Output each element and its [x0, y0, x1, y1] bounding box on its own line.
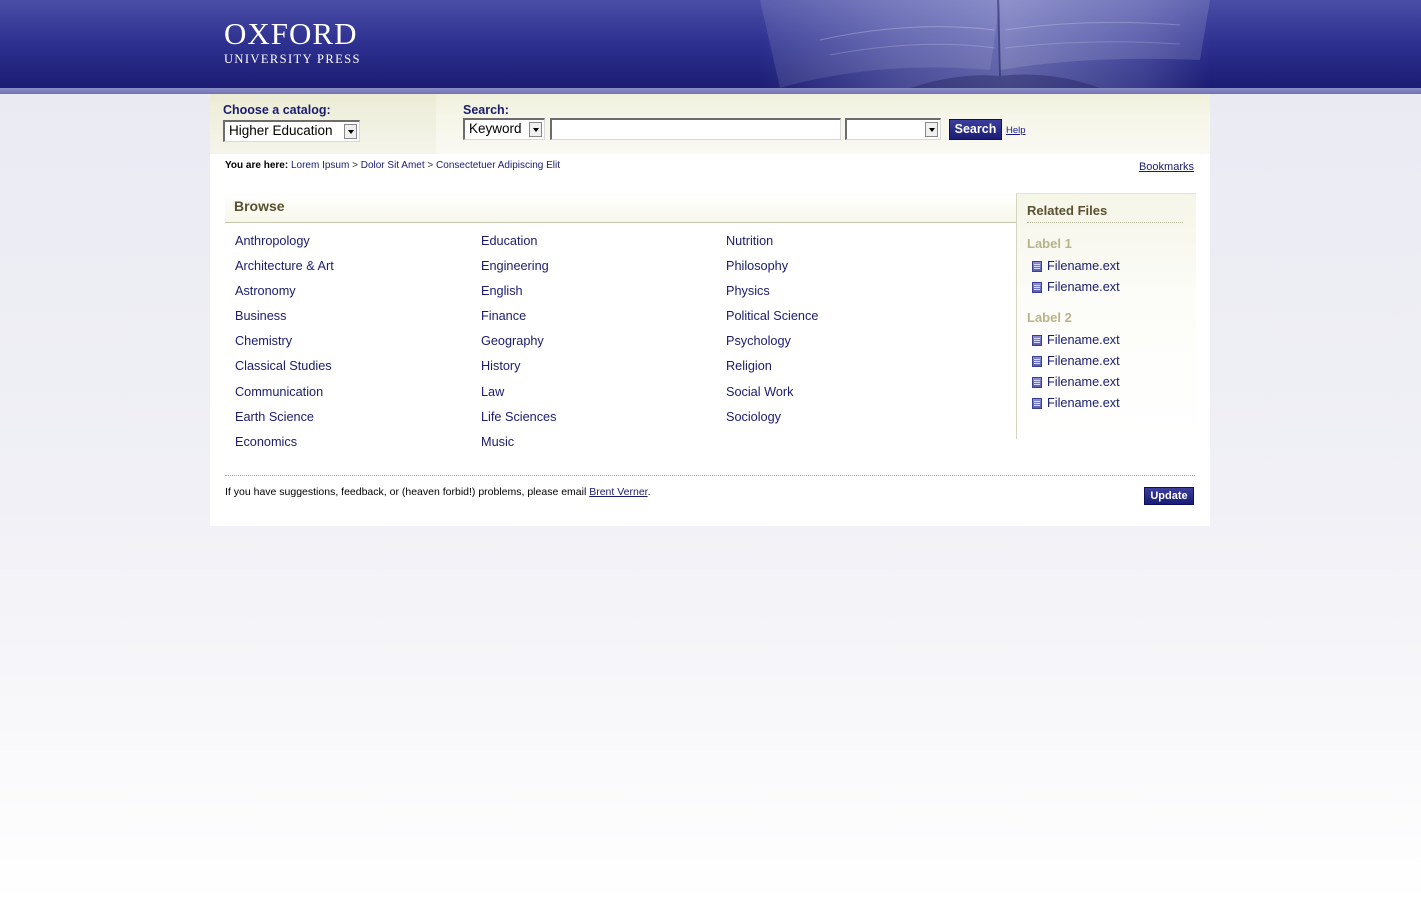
subject-link[interactable]: Life Sciences [481, 408, 556, 433]
file-link[interactable]: Filename.ext [1032, 394, 1120, 412]
subject-link[interactable]: Political Science [726, 307, 818, 332]
feedback-message: If you have suggestions, feedback, or (h… [225, 486, 587, 498]
subject-link[interactable]: Chemistry [235, 332, 334, 357]
file-link[interactable]: Filename.ext [1032, 278, 1120, 296]
document-icon [1032, 281, 1042, 293]
subject-link[interactable]: Sociology [726, 408, 818, 433]
document-icon [1032, 334, 1042, 346]
subject-link[interactable]: Architecture & Art [235, 257, 334, 282]
document-icon [1032, 260, 1042, 272]
related-files-panel: Related Files Label 1 Filename.ext Filen… [1016, 193, 1196, 439]
search-type-value: Keyword [469, 121, 522, 136]
subject-link[interactable]: Nutrition [726, 232, 818, 257]
subject-link[interactable]: History [481, 357, 556, 382]
chevron-down-icon [529, 122, 542, 137]
breadcrumb-separator: > [352, 160, 358, 171]
breadcrumb-label: You are here: [225, 160, 289, 171]
subject-link[interactable]: Earth Science [235, 408, 334, 433]
subject-link[interactable]: Psychology [726, 332, 818, 357]
subject-link[interactable]: Astronomy [235, 282, 334, 307]
search-filter-select[interactable] [845, 118, 941, 140]
feedback-period: . [647, 486, 651, 498]
search-input[interactable] [550, 118, 841, 140]
search-type-select[interactable]: Keyword [463, 118, 545, 140]
footer-divider [225, 475, 1195, 476]
subject-link[interactable]: Music [481, 433, 556, 458]
catalog-select[interactable]: Higher Education [223, 120, 360, 142]
book-banner-image [760, 0, 1210, 88]
breadcrumb-item[interactable]: Dolor Sit Amet [361, 160, 425, 171]
browse-header: Browse [225, 193, 1017, 223]
catalog-label: Choose a catalog: [223, 103, 331, 117]
file-link[interactable]: Filename.ext [1032, 257, 1120, 275]
breadcrumb-item[interactable]: Consectetuer Adipiscing Elit [436, 160, 560, 171]
catalog-panel: Choose a catalog: Higher Education [210, 94, 436, 154]
catalog-select-value: Higher Education [229, 123, 333, 138]
chevron-down-icon [925, 122, 938, 137]
search-label: Search: [463, 103, 509, 117]
subject-link[interactable]: Communication [235, 383, 334, 408]
oxford-logo[interactable]: OXFORD UNIVERSITY PRESS [224, 18, 361, 67]
update-button[interactable]: Update [1144, 487, 1194, 505]
subject-link[interactable]: Business [235, 307, 334, 332]
file-name: Filename.ext [1047, 280, 1120, 294]
subject-link[interactable]: Classical Studies [235, 357, 334, 382]
subject-link[interactable]: Economics [235, 433, 334, 458]
document-icon [1032, 355, 1042, 367]
subject-link[interactable]: Philosophy [726, 257, 818, 282]
logo-wordmark: OXFORD [224, 16, 358, 51]
help-link[interactable]: Help [1006, 125, 1026, 136]
breadcrumb-item[interactable]: Lorem Ipsum [291, 160, 349, 171]
breadcrumb-separator: > [427, 160, 434, 171]
logo-subtitle: UNIVERSITY PRESS [224, 52, 361, 66]
document-icon [1032, 376, 1042, 388]
feedback-email-link[interactable]: Brent Verner [589, 486, 647, 498]
file-group-label: Label 2 [1027, 310, 1072, 325]
file-link[interactable]: Filename.ext [1032, 331, 1120, 349]
site-header: OXFORD UNIVERSITY PRESS [0, 0, 1421, 94]
browse-column-1: Anthropology Architecture & Art Astronom… [235, 232, 334, 458]
file-name: Filename.ext [1047, 333, 1120, 347]
file-link[interactable]: Filename.ext [1032, 352, 1120, 370]
search-bar: Choose a catalog: Higher Education Searc… [210, 94, 1210, 154]
breadcrumb: You are here: Lorem Ipsum > Dolor Sit Am… [225, 160, 560, 171]
subject-link[interactable]: Education [481, 232, 556, 257]
subject-link[interactable]: Law [481, 383, 556, 408]
browse-column-3: Nutrition Philosophy Physics Political S… [726, 232, 818, 433]
file-name: Filename.ext [1047, 354, 1120, 368]
file-name: Filename.ext [1047, 259, 1120, 273]
file-group-label: Label 1 [1027, 236, 1072, 251]
subject-link[interactable]: Finance [481, 307, 556, 332]
main-container: Choose a catalog: Higher Education Searc… [210, 94, 1210, 526]
search-button[interactable]: Search [949, 119, 1002, 140]
browse-title: Browse [234, 198, 285, 214]
subject-link[interactable]: Religion [726, 357, 818, 382]
subject-link[interactable]: English [481, 282, 556, 307]
subject-link[interactable]: Social Work [726, 383, 818, 408]
subject-link[interactable]: Physics [726, 282, 818, 307]
file-link[interactable]: Filename.ext [1032, 373, 1120, 391]
feedback-text: If you have suggestions, feedback, or (h… [225, 486, 651, 498]
subject-link[interactable]: Geography [481, 332, 556, 357]
file-name: Filename.ext [1047, 375, 1120, 389]
bookmarks-link[interactable]: Bookmarks [1139, 161, 1194, 173]
document-icon [1032, 397, 1042, 409]
browse-column-2: Education Engineering English Finance Ge… [481, 232, 556, 458]
subject-link[interactable]: Engineering [481, 257, 556, 282]
file-name: Filename.ext [1047, 396, 1120, 410]
subject-link[interactable]: Anthropology [235, 232, 334, 257]
related-files-title: Related Files [1027, 203, 1183, 223]
chevron-down-icon [344, 124, 357, 139]
